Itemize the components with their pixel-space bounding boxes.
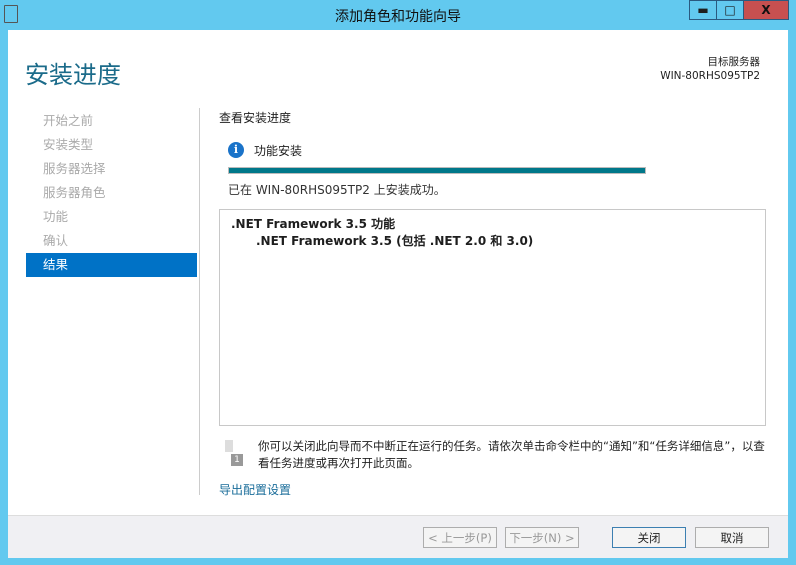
maximize-button[interactable]: □ xyxy=(716,0,744,20)
result-subfeature: .NET Framework 3.5 (包括 .NET 2.0 和 3.0) xyxy=(256,234,534,248)
nav-item-before-you-begin[interactable]: 开始之前 xyxy=(26,109,197,133)
window-title: 添加角色和功能向导 xyxy=(335,9,461,25)
target-server-info: 目标服务器 WIN-80RHS095TP2 xyxy=(660,55,760,83)
nav-item-installation-type[interactable]: 安装类型 xyxy=(26,133,197,157)
nav-item-server-selection[interactable]: 服务器选择 xyxy=(26,157,197,181)
status-title: 功能安装 xyxy=(254,144,303,158)
close-window-button[interactable]: X xyxy=(743,0,789,20)
info-icon: i xyxy=(228,142,244,158)
next-button[interactable]: 下一步(N) > xyxy=(505,527,579,548)
nav-item-results[interactable]: 结果 xyxy=(26,253,197,277)
target-server-name: WIN-80RHS095TP2 xyxy=(660,70,760,82)
export-config-link[interactable]: 导出配置设置 xyxy=(219,481,291,498)
progress-bar xyxy=(228,167,646,174)
results-box: .NET Framework 3.5 功能 .NET Framework 3.5… xyxy=(219,209,766,426)
info-note: 你可以关闭此向导而不中断正在运行的任务。请依次单击命令栏中的“通知”和“任务详细… xyxy=(258,439,765,470)
nav-item-features[interactable]: 功能 xyxy=(26,205,197,229)
previous-button[interactable]: < 上一步(P) xyxy=(423,527,497,548)
section-title: 查看安装进度 xyxy=(219,111,292,125)
notification-flag-icon: 1 xyxy=(223,440,243,466)
nav-item-confirmation[interactable]: 确认 xyxy=(26,229,197,253)
divider xyxy=(199,108,200,495)
progress-fill xyxy=(229,168,645,173)
minimize-button[interactable]: ▬ xyxy=(689,0,717,20)
page-title: 安装进度 xyxy=(25,61,121,89)
result-feature: .NET Framework 3.5 功能 xyxy=(231,217,396,231)
title-bar: 添加角色和功能向导 ▬ □ X xyxy=(0,0,796,30)
target-server-label: 目标服务器 xyxy=(707,56,761,68)
close-button[interactable]: 关闭 xyxy=(612,527,686,548)
status-text: 已在 WIN-80RHS095TP2 上安装成功。 xyxy=(228,183,446,197)
nav-item-server-roles[interactable]: 服务器角色 xyxy=(26,181,197,205)
cancel-button[interactable]: 取消 xyxy=(695,527,769,548)
